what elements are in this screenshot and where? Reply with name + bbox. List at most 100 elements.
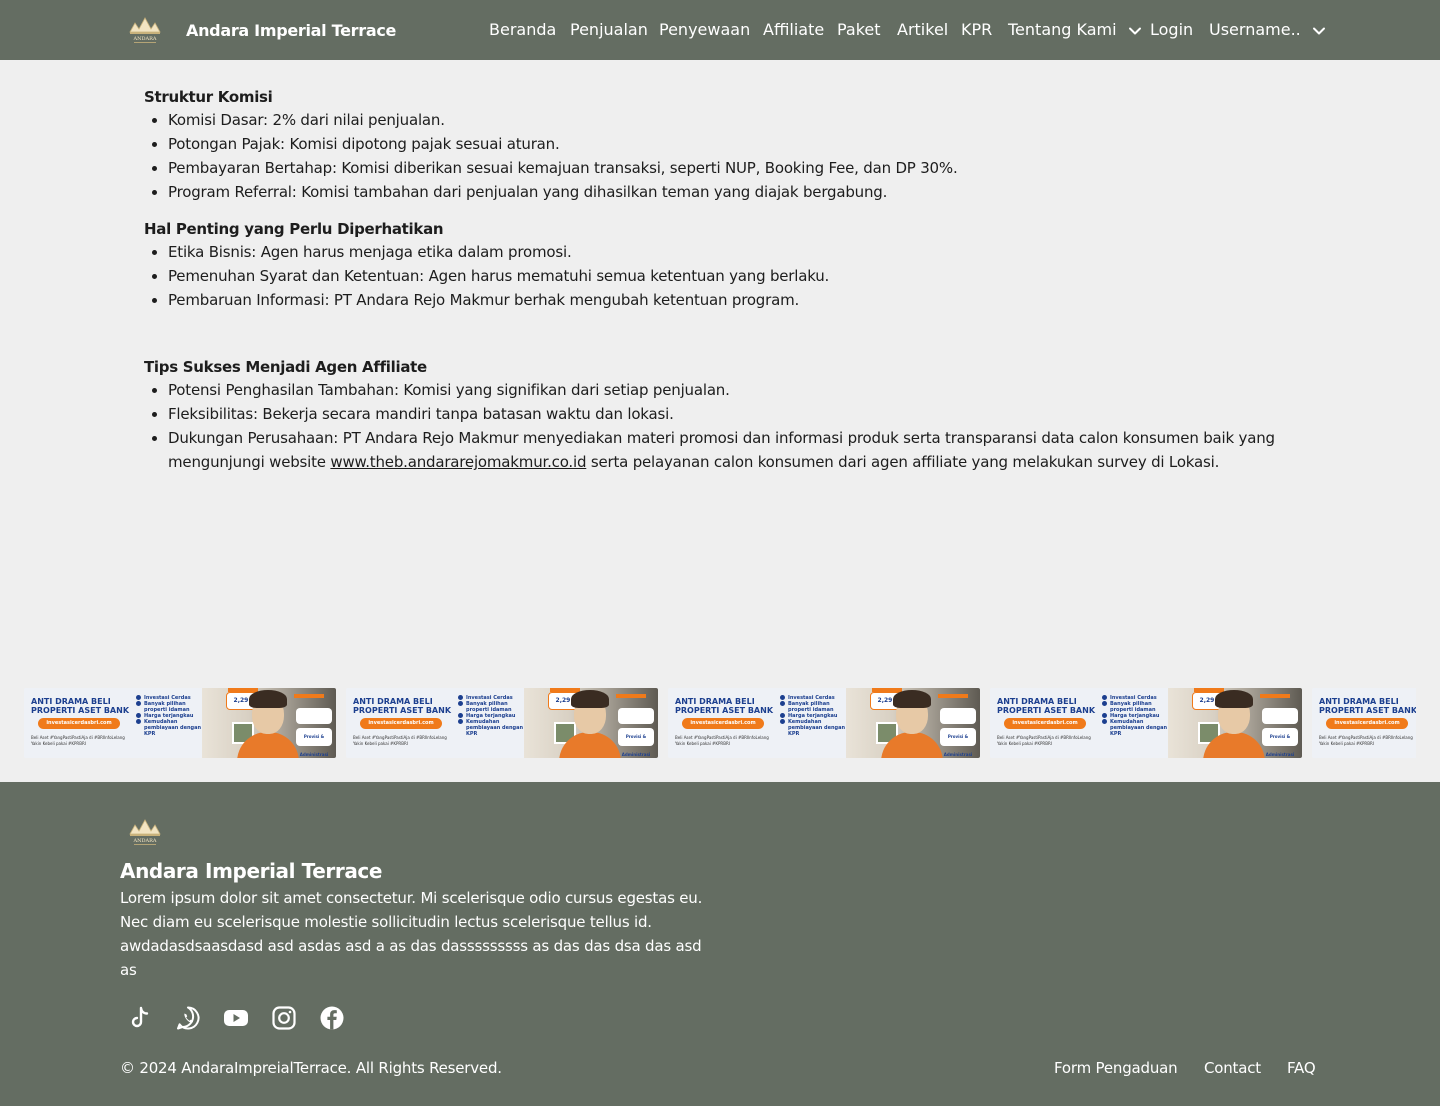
banner-tag [616,694,646,698]
banner-box: Provisi & Administrasi [618,728,654,757]
instagram-icon[interactable] [270,1004,298,1032]
banner-box [296,708,332,724]
footer-link-form-pengaduan[interactable]: Form Pengaduan [1054,1059,1178,1077]
list-item: Etika Bisnis: Agen harus menjaga etika d… [168,240,1294,264]
chevron-down-icon [1312,27,1325,34]
nav-item-login[interactable]: Login [1150,20,1193,39]
list-item: Pembayaran Bertahap: Komisi diberikan se… [168,156,1294,180]
person-illustration [249,690,287,708]
footer-description: Lorem ipsum dolor sit amet consectetur. … [120,889,703,979]
banner-feature: Kemudahan pembiayaan dengan KPR [136,719,206,737]
banner-url-pill: investasicerdasbri.com [1326,718,1408,729]
youtube-icon[interactable] [222,1004,250,1032]
list-item-text: serta pelayanan calon konsumen dari agen… [586,453,1220,471]
facebook-icon[interactable] [318,1004,346,1032]
banner-tag [1260,694,1290,698]
section-tips-sukses: Tips Sukses Menjadi Agen Affiliate Poten… [144,356,1294,474]
list-item: Potensi Penghasilan Tambahan: Komisi yan… [168,378,1294,402]
banner-box [618,708,654,724]
nav-item-username[interactable]: Username.. [1209,20,1326,39]
banner-small-text: Beli Aset #YangPastiPastiAja di #BRIlnfo… [675,735,769,746]
section-struktur-komisi: Struktur Komisi Komisi Dasar: 2% dari ni… [144,86,1294,204]
list-item: Pembaruan Informasi: PT Andara Rejo Makm… [168,288,1294,312]
nav-item-paket[interactable]: Paket [837,20,881,39]
banner-small-text: Beli Aset #YangPastiPastiAja di #BRIlnfo… [31,735,125,746]
svg-text:ANDARA: ANDARA [133,36,157,42]
andara-logo-icon: ANDARA [129,819,161,845]
nav-item-artikel[interactable]: Artikel [897,20,948,39]
banner-title: ANTI DRAMA BELI PROPERTI ASET BANK [1319,697,1416,715]
banner-photo: 2,29 % Provisi & Administrasi [1168,688,1302,758]
banner-box: Provisi & Administrasi [940,728,976,757]
banner-url-pill: investasicerdasbri.com [682,718,764,729]
banner-box [940,708,976,724]
banner-title: ANTI DRAMA BELI PROPERTI ASET BANK [997,697,1096,715]
whatsapp-icon[interactable] [174,1004,202,1032]
promo-banner[interactable]: ANTI DRAMA BELI PROPERTI ASET BANK inves… [1312,688,1416,758]
list-item: Program Referral: Komisi tambahan dari p… [168,180,1294,204]
svg-text:ANDARA: ANDARA [133,838,157,844]
nav-item-penyewaan[interactable]: Penyewaan [659,20,750,39]
banner-feature: Banyak pilihan properti idaman [136,701,206,713]
banner-url-pill: investasicerdasbri.com [360,718,442,729]
chevron-down-icon [1128,27,1141,34]
banner-feature-list: Investasi Cerdas Banyak pilihan properti… [458,695,528,737]
banner-tag [294,694,324,698]
list-item: Pemenuhan Syarat dan Ketentuan: Agen har… [168,264,1294,288]
banner-feature: Banyak pilihan properti idaman [458,701,528,713]
banner-box: Provisi & Administrasi [296,728,332,757]
banner-url-pill: investasicerdasbri.com [1004,718,1086,729]
banner-url-pill: investasicerdasbri.com [38,718,120,729]
banner-small-text: Beli Aset #YangPastiPastiAja di #BRIlnfo… [1319,735,1413,746]
nav-item-tentang-kami-label: Tentang Kami [1008,20,1117,39]
person-illustration [571,690,609,708]
footer-link-faq[interactable]: FAQ [1287,1059,1316,1077]
banner-tag [938,694,968,698]
brand-name: Andara Imperial Terrace [186,21,397,40]
banner-box [1262,708,1298,724]
promo-banner-carousel[interactable]: ANTI DRAMA BELI PROPERTI ASET BANK inves… [24,688,1416,758]
promo-banner[interactable]: ANTI DRAMA BELI PROPERTI ASET BANK inves… [24,688,336,758]
bullet-list: Etika Bisnis: Agen harus menjaga etika d… [168,240,1294,312]
banner-title: ANTI DRAMA BELI PROPERTI ASET BANK [353,697,452,715]
nav-item-beranda[interactable]: Beranda [489,20,556,39]
person-illustration [1215,690,1253,708]
banner-photo: 2,29 % Provisi & Administrasi [846,688,980,758]
banner-small-text: Beli Aset #YangPastiPastiAja di #BRIlnfo… [353,735,447,746]
bullet-list: Komisi Dasar: 2% dari nilai penjualan. P… [168,108,1294,204]
banner-feature: Kemudahan pembiayaan dengan KPR [780,719,850,737]
nav-item-username-label: Username.. [1209,20,1301,39]
banner-feature-list: Investasi Cerdas Banyak pilihan properti… [1102,695,1172,737]
promo-banner[interactable]: ANTI DRAMA BELI PROPERTI ASET BANK inves… [346,688,658,758]
copyright-text: © 2024 AndaraImpreialTerrace. All Rights… [120,1059,502,1077]
nav-item-penjualan[interactable]: Penjualan [570,20,648,39]
banner-feature-list: Investasi Cerdas Banyak pilihan properti… [780,695,850,737]
nav-item-kpr[interactable]: KPR [961,20,992,39]
promo-banner[interactable]: ANTI DRAMA BELI PROPERTI ASET BANK inves… [990,688,1302,758]
nav-item-tentang-kami[interactable]: Tentang Kami [1008,20,1142,39]
footer-title: Andara Imperial Terrace [120,859,383,883]
tiktok-icon[interactable] [126,1004,154,1032]
section-heading: Tips Sukses Menjadi Agen Affiliate [144,358,427,376]
banner-feature: Kemudahan pembiayaan dengan KPR [1102,719,1172,737]
footer: ANDARA Andara Imperial Terrace Lorem ips… [0,782,1440,1106]
banner-feature-list: Investasi Cerdas Banyak pilihan properti… [136,695,206,737]
banner-feature: Kemudahan pembiayaan dengan KPR [458,719,528,737]
banner-feature: Banyak pilihan properti idaman [1102,701,1172,713]
banner-photo: 2,29 % Provisi & Administrasi [524,688,658,758]
website-link[interactable]: www.theb.andararejomakmur.co.id [330,453,586,471]
section-heading: Hal Penting yang Perlu Diperhatikan [144,220,444,238]
nav-item-affiliate[interactable]: Affiliate [763,20,824,39]
list-item: Fleksibilitas: Bekerja secara mandiri ta… [168,402,1294,426]
banner-box: Provisi & Administrasi [1262,728,1298,757]
list-item: Komisi Dasar: 2% dari nilai penjualan. [168,108,1294,132]
top-navbar: ANDARA Andara Imperial Terrace Beranda P… [0,0,1440,60]
promo-banner[interactable]: ANTI DRAMA BELI PROPERTI ASET BANK inves… [668,688,980,758]
person-illustration [893,690,931,708]
section-hal-penting: Hal Penting yang Perlu Diperhatikan Etik… [144,218,1294,312]
footer-link-contact[interactable]: Contact [1204,1059,1261,1077]
andara-logo-icon: ANDARA [129,17,161,43]
banner-feature: Banyak pilihan properti idaman [780,701,850,713]
banner-title: ANTI DRAMA BELI PROPERTI ASET BANK [31,697,130,715]
brand[interactable]: ANDARA Andara Imperial Terrace [126,14,396,46]
